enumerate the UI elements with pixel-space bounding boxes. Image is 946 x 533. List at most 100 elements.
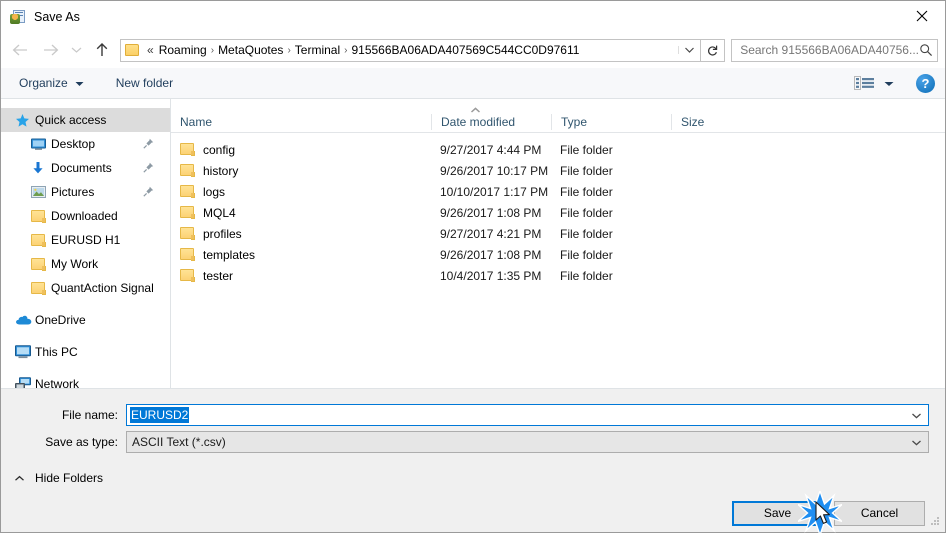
folder-icon <box>31 233 51 247</box>
file-name: tester <box>203 268 234 283</box>
table-row[interactable]: tester 10/4/2017 1:35 PM File folder <box>171 265 945 286</box>
sidebar-item-eurusd-h1[interactable]: EURUSD H1 <box>1 228 170 252</box>
sidebar-item-network[interactable]: Network <box>1 372 170 388</box>
breadcrumb-items: « Roaming › MetaQuotes › Terminal › 9155… <box>143 43 678 57</box>
folder-icon <box>180 269 195 282</box>
ascending-chevron-icon <box>470 102 481 116</box>
breadcrumb-item-roaming[interactable]: Roaming <box>156 43 210 57</box>
new-folder-label: New folder <box>115 76 174 90</box>
address-bar[interactable]: « Roaming › MetaQuotes › Terminal › 9155… <box>120 38 726 62</box>
folder-icon <box>180 185 195 198</box>
column-header-name[interactable]: Name <box>171 114 431 130</box>
close-icon[interactable] <box>899 1 945 31</box>
dialog-footer: File name: EURUSD2 Save as type: ASCII T… <box>1 388 945 532</box>
save-as-type-control: ASCII Text (*.csv) <box>126 431 929 453</box>
back-arrow-icon[interactable] <box>5 35 35 65</box>
file-name-input[interactable]: EURUSD2 <box>126 404 929 426</box>
folder-icon <box>180 164 195 177</box>
forward-arrow-icon[interactable] <box>35 35 65 65</box>
save-as-type-value: ASCII Text (*.csv) <box>132 435 226 449</box>
sort-indicator-band <box>171 99 945 113</box>
file-name-cell: tester <box>171 269 431 283</box>
dialog-body: Quick access Desktop Documents Pictures … <box>1 99 945 388</box>
file-date: 10/4/2017 1:35 PM <box>440 268 542 283</box>
sidebar-item-label: Desktop <box>51 137 96 151</box>
organize-button[interactable]: Organize <box>19 76 84 90</box>
save-button[interactable]: Save <box>732 500 823 526</box>
sidebar-item-pictures[interactable]: Pictures <box>1 180 170 204</box>
chevron-down-icon <box>75 76 84 90</box>
column-header-date-modified[interactable]: Date modified <box>431 113 551 130</box>
breadcrumb[interactable]: « Roaming › MetaQuotes › Terminal › 9155… <box>120 38 702 62</box>
sidebar-item-downloaded[interactable]: Downloaded <box>1 204 170 228</box>
file-type: File folder <box>560 163 613 178</box>
sidebar-item-this-pc[interactable]: This PC <box>1 340 170 364</box>
table-row[interactable]: profiles 9/27/2017 4:21 PM File folder <box>171 223 945 244</box>
view-chevron-down-icon[interactable] <box>884 76 894 90</box>
pin-icon[interactable] <box>143 186 154 200</box>
search-icon <box>920 44 933 57</box>
file-date: 9/26/2017 10:17 PM <box>440 163 549 178</box>
table-row[interactable]: logs 10/10/2017 1:17 PM File folder <box>171 181 945 202</box>
sidebar-item-label: QuantAction Signal <box>51 281 154 295</box>
view-layout-icon[interactable] <box>854 76 875 90</box>
table-row[interactable]: MQL4 9/26/2017 1:08 PM File folder <box>171 202 945 223</box>
recent-locations-chevron-down-icon[interactable] <box>65 35 87 65</box>
sidebar-item-label: Downloaded <box>51 209 118 223</box>
sidebar-item-label: My Work <box>51 257 99 271</box>
sidebar-item-onedrive[interactable]: OneDrive <box>1 308 170 332</box>
file-name-chevron-down-icon[interactable] <box>907 404 926 426</box>
folder-icon <box>180 143 195 156</box>
breadcrumb-overflow[interactable]: « <box>143 43 156 57</box>
file-name: profiles <box>203 226 242 241</box>
folder-icon <box>31 281 51 295</box>
up-arrow-icon[interactable] <box>87 35 117 65</box>
table-row[interactable]: templates 9/26/2017 1:08 PM File folder <box>171 244 945 265</box>
title-bar: Save As <box>1 1 945 32</box>
table-row[interactable]: config 9/27/2017 4:44 PM File folder <box>171 139 945 160</box>
hide-folders-button[interactable]: Hide Folders <box>1 468 945 488</box>
pictures-icon <box>31 186 51 198</box>
folder-icon <box>180 248 195 261</box>
sidebar-item-quantaction-signal[interactable]: QuantAction Signal <box>1 276 170 300</box>
column-header-size[interactable]: Size <box>671 113 751 130</box>
resize-grip[interactable] <box>929 515 941 530</box>
refresh-icon[interactable] <box>701 38 726 62</box>
sidebar-item-my-work[interactable]: My Work <box>1 252 170 276</box>
pin-icon[interactable] <box>143 138 154 152</box>
help-button[interactable]: ? <box>916 73 935 93</box>
file-name-cell: config <box>171 143 431 157</box>
this-pc-icon <box>15 345 35 359</box>
save-as-type-chevron-down-icon[interactable] <box>907 431 926 453</box>
sidebar-item-quick-access[interactable]: Quick access <box>1 108 170 132</box>
file-name-cell: profiles <box>171 227 431 241</box>
table-row[interactable]: history 9/26/2017 10:17 PM File folder <box>171 160 945 181</box>
file-date: 9/26/2017 1:08 PM <box>440 205 542 220</box>
sidebar-item-label: OneDrive <box>35 313 86 327</box>
sidebar-item-label: This PC <box>35 345 78 359</box>
breadcrumb-item-instance[interactable]: 915566BA06ADA407569C544CC0D97611 <box>348 43 582 57</box>
command-bar: Organize New folder ? <box>1 68 945 99</box>
sidebar-item-label: EURUSD H1 <box>51 233 121 247</box>
organize-label: Organize <box>19 76 68 90</box>
save-as-type-select[interactable]: ASCII Text (*.csv) <box>126 431 929 453</box>
sidebar-item-desktop[interactable]: Desktop <box>1 132 170 156</box>
sidebar-item-documents[interactable]: Documents <box>1 156 170 180</box>
cancel-button[interactable]: Cancel <box>834 500 925 526</box>
address-chevron-down-icon[interactable] <box>678 46 700 54</box>
column-header-type[interactable]: Type <box>551 113 671 130</box>
sidebar-item-label: Documents <box>51 161 112 175</box>
file-type: File folder <box>560 184 613 199</box>
breadcrumb-item-terminal[interactable]: Terminal <box>292 43 343 57</box>
file-name-value: EURUSD2 <box>130 407 190 423</box>
star-icon <box>15 113 35 128</box>
file-name-cell: MQL4 <box>171 206 431 220</box>
hide-folders-label: Hide Folders <box>35 471 104 485</box>
search-input[interactable]: Search 915566BA06ADA40756... <box>731 38 938 62</box>
pin-icon[interactable] <box>143 162 154 176</box>
documents-arrow-icon <box>31 161 51 175</box>
desktop-icon <box>31 138 51 151</box>
breadcrumb-item-metaquotes[interactable]: MetaQuotes <box>215 43 286 57</box>
collapse-chevron-up-icon <box>14 471 25 485</box>
new-folder-button[interactable]: New folder <box>116 76 173 90</box>
